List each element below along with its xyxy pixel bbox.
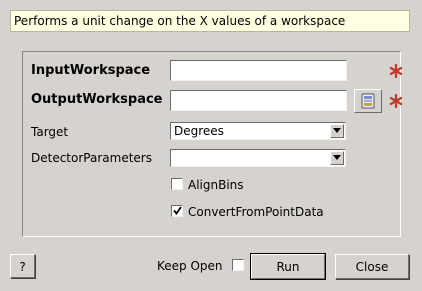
description-text: Performs a unit change on the X values o…	[14, 14, 346, 28]
help-button[interactable]: ?	[10, 254, 35, 278]
description-box: Performs a unit change on the X values o…	[10, 10, 410, 32]
keep-open-checkbox[interactable]	[232, 259, 244, 271]
convert-from-point-data-checkbox[interactable]	[171, 205, 183, 217]
close-button[interactable]: Close	[335, 254, 409, 279]
output-workspace-field[interactable]	[170, 90, 347, 111]
detector-parameters-dropdown-arrow[interactable]	[330, 151, 344, 165]
target-dropdown-arrow[interactable]	[330, 124, 344, 138]
convert-from-point-data-label: ConvertFromPointData	[188, 205, 324, 219]
input-workspace-required-icon	[389, 64, 403, 78]
chevron-down-icon	[333, 128, 341, 133]
input-workspace-label: InputWorkspace	[31, 63, 151, 78]
align-bins-label: AlignBins	[188, 178, 244, 192]
output-workspace-label: OutputWorkspace	[31, 92, 163, 107]
run-button[interactable]: Run	[250, 253, 326, 280]
workspace-browse-icon	[361, 93, 375, 109]
detector-parameters-select[interactable]	[170, 149, 346, 167]
align-bins-checkbox[interactable]	[171, 178, 183, 190]
target-selected-value: Degrees	[174, 124, 224, 138]
input-workspace-field[interactable]	[170, 60, 347, 81]
workspace-browse-button[interactable]	[354, 89, 382, 113]
target-label: Target	[31, 125, 69, 139]
chevron-down-icon	[333, 155, 341, 160]
keep-open-label: Keep Open	[157, 259, 223, 273]
check-icon	[173, 206, 182, 215]
output-workspace-required-icon	[389, 94, 403, 108]
detector-parameters-label: DetectorParameters	[31, 151, 152, 165]
target-select[interactable]: Degrees	[170, 122, 346, 140]
